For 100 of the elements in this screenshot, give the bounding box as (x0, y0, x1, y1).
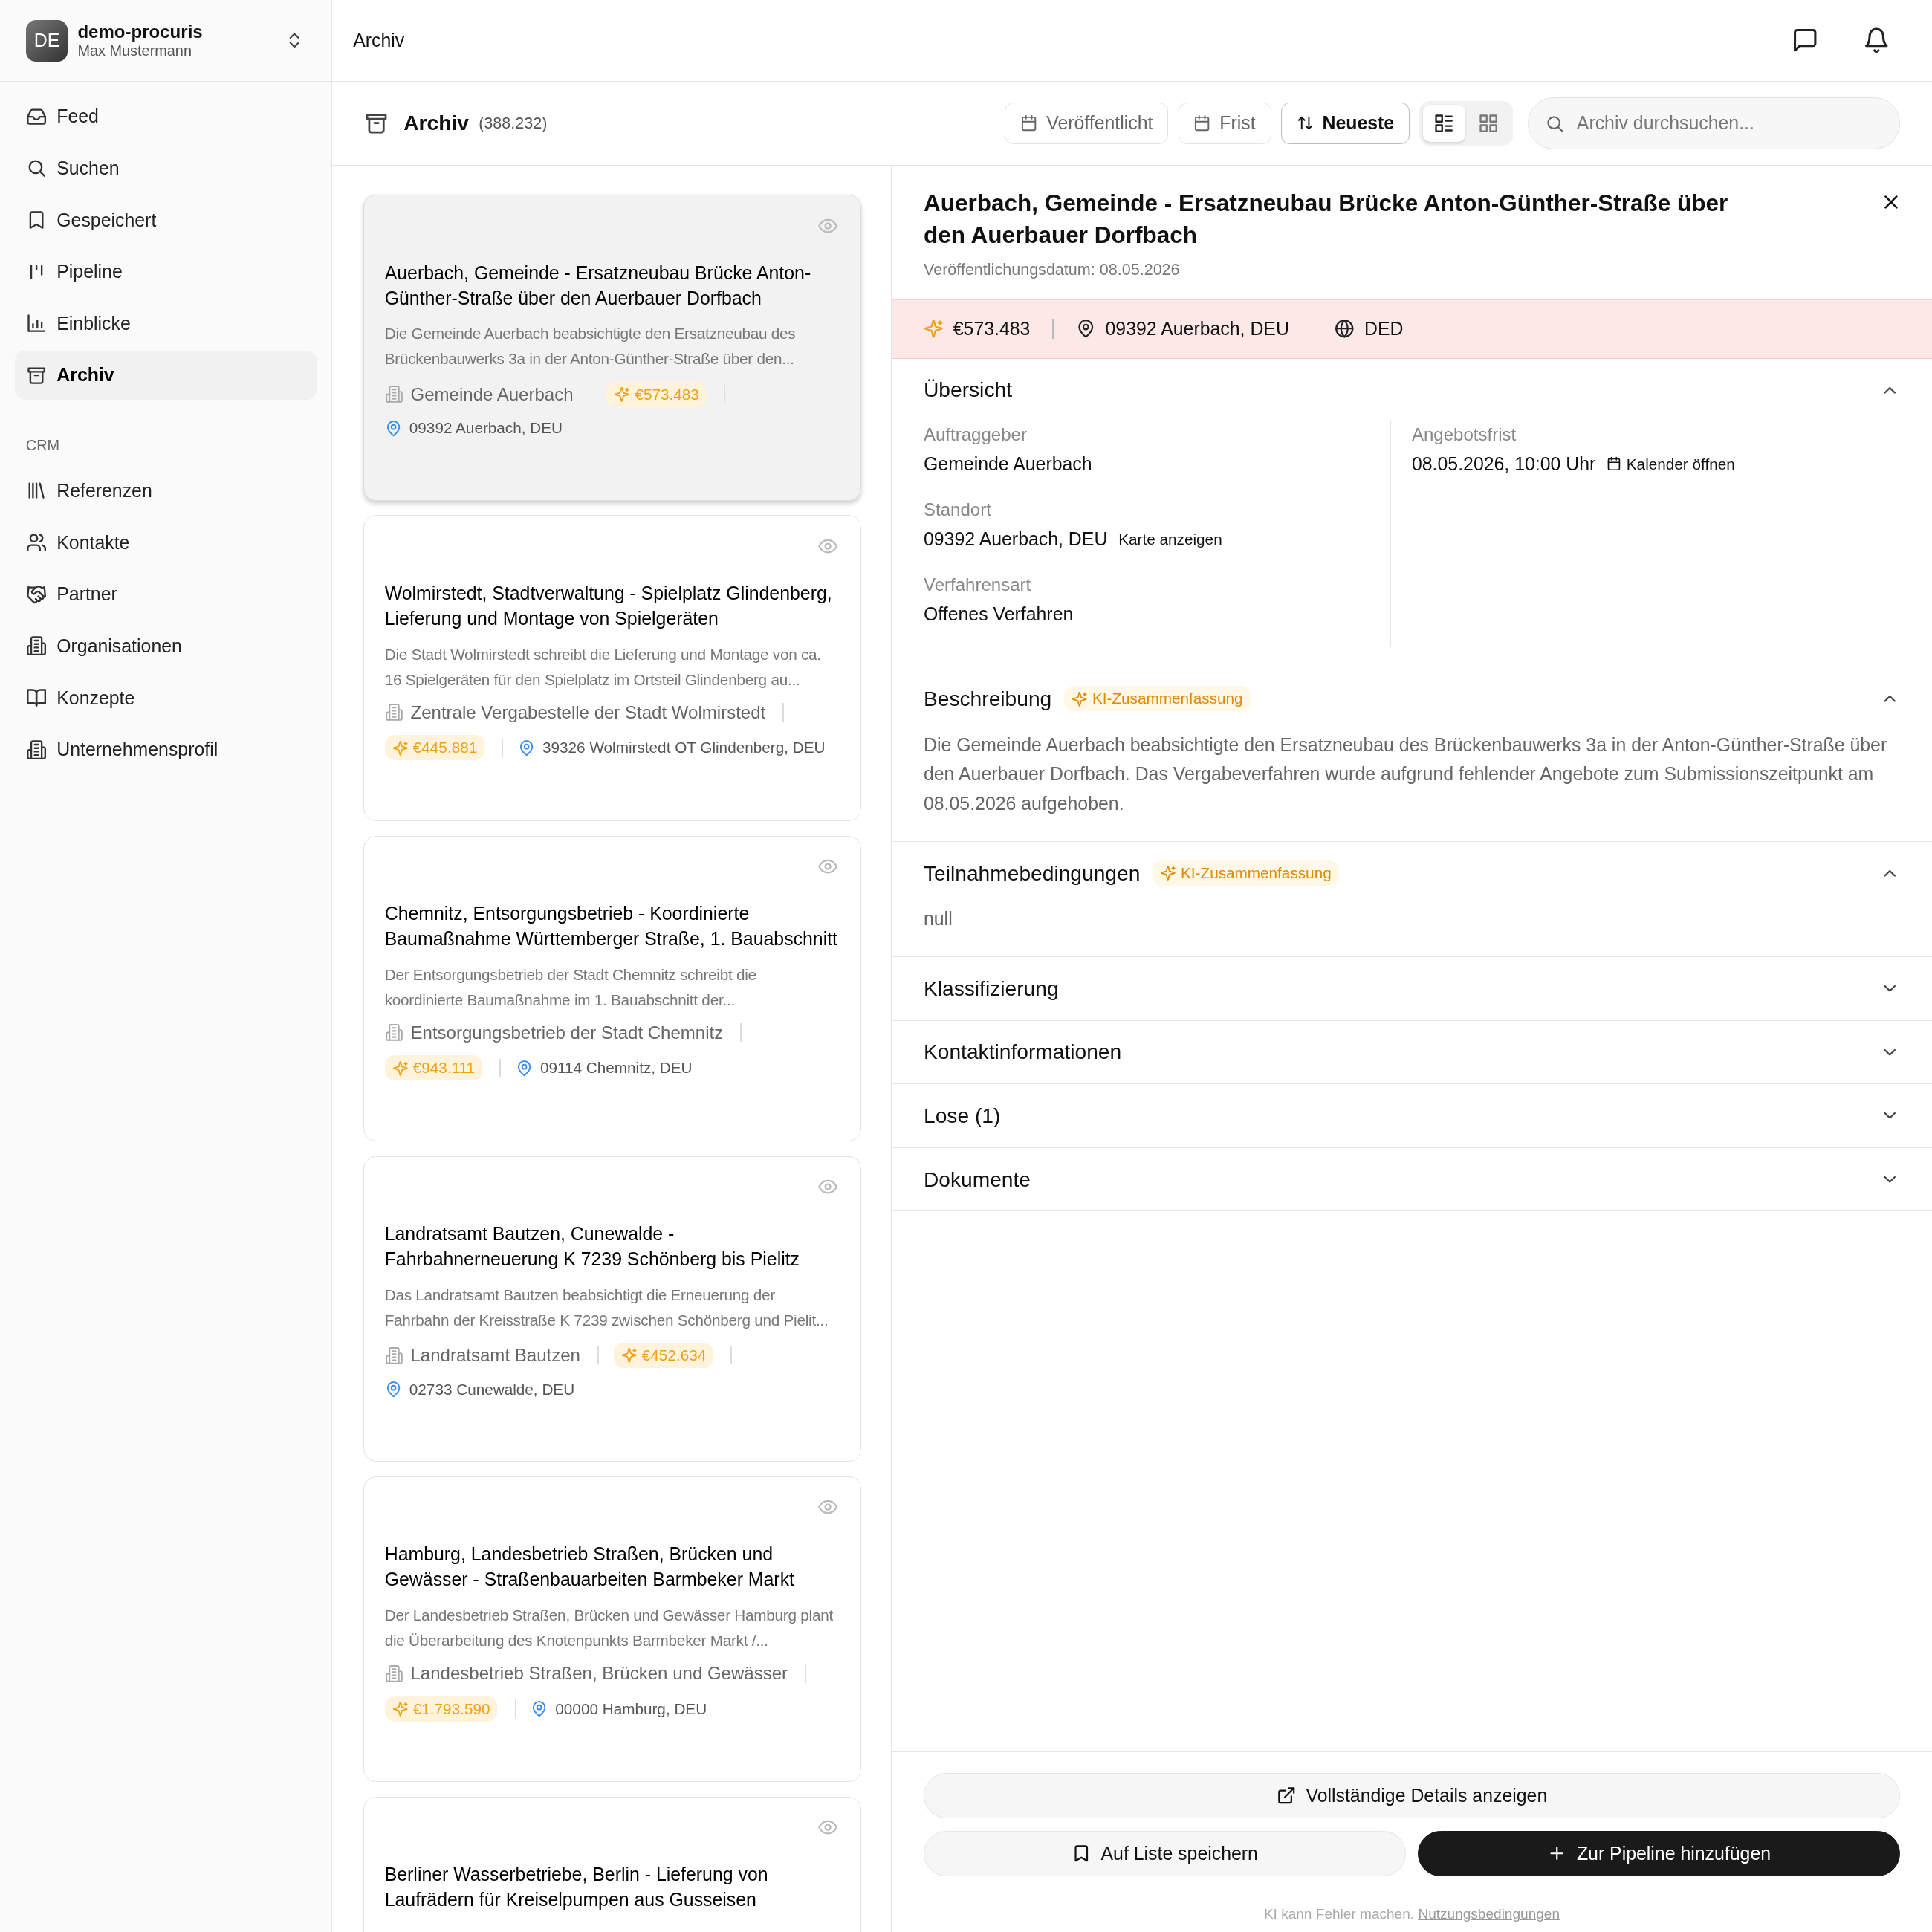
building-icon (384, 1023, 403, 1043)
sidebar-item[interactable]: Referenzen (14, 466, 317, 516)
page-title: Archiv (403, 111, 469, 136)
ai-summary-badge: KI-Zusammenfassung (1063, 686, 1251, 712)
section-label: CRM (25, 435, 61, 455)
workspace-avatar[interactable]: DE (25, 19, 68, 62)
handshake-icon (25, 583, 47, 605)
location-text: 09392 Auerbach, DEU (409, 419, 563, 438)
sidebar-item[interactable]: Partner (14, 569, 317, 619)
section-header[interactable]: Dokumente (891, 1147, 1932, 1211)
sidebar-item[interactable]: Kontakte (14, 518, 317, 568)
sidebar-item[interactable]: Archiv (14, 350, 317, 401)
sidebar-item[interactable]: Konzepte (14, 672, 317, 723)
sidebar-item[interactable]: Suchen (14, 143, 317, 193)
field-value: 08.05.2026, 10:00 Uhr (1411, 452, 1596, 476)
sidebar-item[interactable]: Einblicke (14, 299, 317, 349)
user-name: Max Mustermann (77, 42, 192, 60)
field-label: Standort (923, 499, 992, 522)
add-to-pipeline-button[interactable]: Zur Pipeline hinzufügen (1418, 1830, 1900, 1876)
card-description: Der Landesbetrieb Straßen, Brücken und Gewässer Hamburg plant die Überarbeitung des Knotenpunkts Barmbeker Markt /... (384, 1605, 834, 1650)
field-value: Gemeinde Auerbach (923, 452, 1092, 476)
card-title: Auerbach, Gemeinde - Ersatzneubau Brücke Anton-Günther-Straße über den Auerbauer Dorfbach (384, 261, 812, 310)
field-label: Angebotsfrist (1411, 424, 1517, 447)
sidebar-item[interactable]: Pipeline (14, 247, 317, 296)
view-button[interactable] (1423, 105, 1465, 142)
section-header[interactable]: Kontaktinformationen (891, 1020, 1932, 1084)
building-icon (25, 739, 47, 760)
book-icon (25, 687, 47, 709)
section-header[interactable]: Lose (1) (891, 1084, 1932, 1147)
field-link[interactable]: Karte anzeigen (1118, 523, 1222, 555)
field-value: Offenes Verfahren (923, 602, 1074, 626)
users-icon (25, 532, 47, 554)
grid-view-icon (1478, 112, 1500, 134)
location-text: 39326 Wolmirstedt OT Glindenberg, DEU (542, 739, 826, 757)
date-filter-button[interactable]: Veröffentlicht (1005, 102, 1169, 145)
location-text: 00000 Hamburg, DEU (555, 1699, 707, 1718)
tender-card[interactable] (363, 835, 862, 1141)
sparkles-icon (392, 1060, 409, 1077)
sidebar-item[interactable]: Organisationen (14, 621, 317, 671)
organization-name: Landesbetrieb Straßen, Brücken und Gewässer (410, 1663, 788, 1685)
section-header[interactable]: Beschreibung KI-Zusammenfassung (891, 667, 1932, 730)
organization-name: Entsorgungsbetrieb der Stadt Chemnitz (410, 1022, 724, 1043)
card-description: Das Landratsamt Bautzen beabsichtigt die Erneuerung der Fahrbahn der Kreisstraße K 7239 zwischen Schönberg und Pielit... (384, 1285, 829, 1330)
calendar-icon (1020, 114, 1038, 132)
sidebar-item[interactable]: Feed (14, 91, 317, 141)
ai-summary-badge: KI-Zusammenfassung (1152, 860, 1339, 886)
sparkles-icon (620, 1347, 638, 1364)
tender-card[interactable] (363, 1155, 862, 1462)
building-icon (384, 1346, 403, 1365)
location-text: 09114 Chemnitz, DEU (539, 1059, 693, 1077)
full-details-button[interactable]: Vollständige Details anzeigen (923, 1772, 1900, 1819)
section-header[interactable]: Teilnahmebedingungen KI-Zusammenfassung (891, 841, 1932, 905)
search-field[interactable]: Archiv durchsuchen... (1528, 97, 1900, 149)
publication-date: Veröffentlichungsdatum: 08.05.2026 (922, 259, 1181, 281)
sidebar-item[interactable]: Unternehmensprofil (14, 724, 317, 774)
value-badge: €573.483 (606, 381, 707, 407)
section-text: null (922, 907, 953, 931)
card-description: Der Entsorgungsbetrieb der Stadt Chemnitz schreibt die koordinierte Baumaßnahme im 1. Bauabschnitt der... (384, 965, 757, 1010)
building-icon (384, 385, 403, 404)
organization-name: Zentrale Vergabestelle der Stadt Wolmirstedt (410, 701, 766, 723)
field-link[interactable]: Kalender öffnen (1607, 448, 1735, 480)
card-description: Die Stadt Wolmirstedt schreibt die Lieferung und Montage von ca. 16 Spielgeräten für den Spielplatz im Ortsteil Glindenberg au... (384, 644, 822, 690)
building-icon (25, 635, 47, 657)
tender-card[interactable] (363, 1476, 862, 1782)
bar-chart-icon (25, 313, 47, 334)
sparkles-icon (392, 1700, 409, 1717)
calendar-icon (1193, 114, 1211, 132)
save-to-list-button[interactable]: Auf Liste speichern (923, 1830, 1406, 1876)
location-text: 09392 Auerbach, DEU (1105, 318, 1289, 340)
date-filter-button[interactable]: Frist (1178, 102, 1271, 145)
card-title: Landratsamt Bautzen, Cunewalde - Fahrbahnerneuerung K 7239 Schönberg bis Pielitz (384, 1222, 801, 1271)
location-text: 02733 Cunewalde, DEU (409, 1380, 575, 1398)
sparkles-icon (1071, 690, 1088, 707)
sparkles-icon (1159, 865, 1176, 881)
sidebar-item[interactable]: Gespeichert (14, 195, 317, 245)
sparkles-icon (923, 319, 944, 339)
sparkles-icon (614, 386, 630, 403)
card-title: Chemnitz, Entsorgungsbetrieb - Koordinierte Baumaßnahme Württemberger Straße, 1. Bauabschnitt (384, 901, 839, 950)
section-header[interactable]: Übersicht (891, 358, 1932, 422)
sort-button[interactable]: Neueste (1280, 102, 1410, 145)
building-icon (384, 703, 403, 722)
organization-name: Gemeinde Auerbach (410, 383, 574, 405)
tender-card[interactable]: Berliner Wasserbetriebe, Berlin - Lieferung von Laufrädern für Kreiselpumpen aus Gusseisen (363, 1796, 862, 1932)
tender-card[interactable] (363, 515, 862, 821)
workspace-name: demo-procuris (77, 22, 204, 43)
detail-title: Auerbach, Gemeinde - Ersatzneubau Brücke Anton-Günther-Straße über den Auerbauer Dorfbach (923, 189, 1729, 250)
value-badge: €452.634 (613, 1343, 714, 1368)
list-view-icon (1433, 112, 1455, 134)
value-text: €573.483 (953, 318, 1031, 340)
disclaimer-text: KI kann Fehler machen. Nutzungsbedingungen (1262, 1905, 1561, 1922)
field-label: Verfahrensart (923, 574, 1032, 597)
section-text: Die Gemeinde Auerbach beabsichtigte den Ersatzneubau des Brückenbauwerks 3a in der Anton-Günther-Straße über den Auerbauer Dorfbach. Das Vergabeverfahren wurde aufgrund fehlender Angebote zum Submissionszeitpunkt am 08.05.2026 aufgehoben. (922, 733, 1888, 816)
result-count: (388.232) (479, 114, 548, 133)
section-header[interactable]: Klassifizierung (891, 957, 1932, 1020)
card-title: Wolmirstedt, Stadtverwaltung - Spielplatz Glindenberg, Lieferung und Montage von Spielgeräten (384, 581, 833, 630)
tender-card[interactable] (363, 195, 862, 501)
sparkles-icon (392, 739, 409, 756)
building-icon (384, 1664, 403, 1683)
field-label: Auftraggeber (923, 424, 1028, 447)
value-badge: €445.881 (384, 735, 485, 761)
